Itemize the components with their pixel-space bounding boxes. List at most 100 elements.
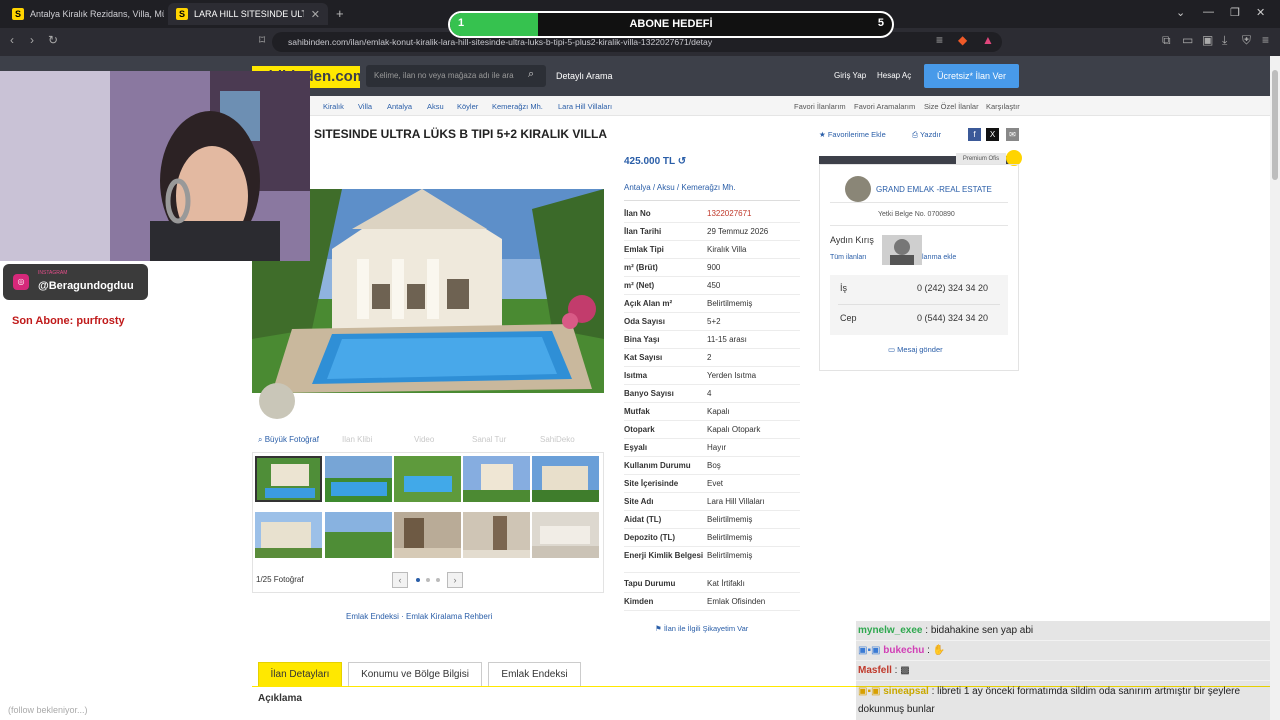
all-ads-link[interactable]: Tüm ilanları [830, 254, 867, 261]
thumbnail[interactable] [255, 456, 322, 502]
favorite-listings-link[interactable]: Favori İlanlarım [794, 102, 846, 111]
scrollbar-thumb[interactable] [1272, 70, 1278, 180]
thumbnail[interactable] [394, 512, 461, 558]
detail-value: Boş [707, 461, 721, 470]
thumbnail[interactable] [532, 512, 599, 558]
chevron-right-icon[interactable]: › [447, 572, 463, 588]
compare-link[interactable]: Karşılaştır [986, 102, 1020, 111]
wallet-icon[interactable]: ▣ [1202, 33, 1213, 47]
pager-dot[interactable] [436, 578, 440, 582]
thumbnail[interactable] [463, 512, 530, 558]
detail-row: Bina Yaşı 11-15 arası [624, 331, 800, 349]
chevron-down-icon[interactable]: ⌄ [1176, 6, 1185, 19]
detail-key: Banyo Sayısı [624, 389, 674, 398]
video-clip-button[interactable]: Ilan Klibi [342, 435, 372, 444]
report-link[interactable]: ⚑ İlan ile İlgili Şikayetim Var [655, 624, 748, 633]
detail-value: Kat İrtifaklı [707, 579, 745, 588]
pager-dot[interactable] [426, 578, 430, 582]
maximize-icon[interactable]: ❐ [1230, 6, 1240, 19]
email-icon[interactable]: ✉ [1006, 128, 1019, 141]
breadcrumb-item[interactable]: Antalya [387, 102, 412, 111]
print-label: Yazdır [919, 130, 942, 139]
seller-name[interactable]: GRAND EMLAK -REAL ESTATE [876, 185, 992, 194]
thumbnail[interactable] [394, 456, 461, 502]
detail-key: Kimden [624, 597, 654, 606]
thumbnail[interactable] [255, 512, 322, 558]
chevron-left-icon[interactable]: ‹ [392, 572, 408, 588]
forward-icon[interactable]: › [30, 33, 34, 47]
video-button[interactable]: Video [414, 435, 434, 444]
detail-key: Depozito (TL) [624, 533, 676, 542]
breadcrumb-item[interactable]: Kiralık [323, 102, 344, 111]
virtual-tour-button[interactable]: Sanal Tur [472, 435, 506, 444]
detail-value: Yerden Isıtma [707, 371, 757, 380]
close-tab-icon[interactable]: ✕ [311, 8, 320, 21]
send-message-link[interactable]: ▭ Mesaj gönder [888, 345, 943, 354]
x-twitter-icon[interactable]: X [986, 128, 999, 141]
bottom-links[interactable]: Emlak Endeksi · Emlak Kiralama Rehberi [346, 612, 492, 621]
divider [830, 202, 1008, 203]
reload-icon[interactable]: ↻ [48, 33, 58, 47]
search-icon[interactable]: ⌕ [528, 68, 534, 81]
sidebar-icon[interactable]: ▭ [1182, 33, 1193, 47]
close-window-icon[interactable]: ✕ [1256, 6, 1265, 19]
back-icon[interactable]: ‹ [10, 33, 14, 47]
favorite-searches-link[interactable]: Favori Aramalarım [854, 102, 915, 111]
search-input[interactable]: Kelime, ilan no veya mağaza adı ile ara [366, 65, 546, 87]
vpn-icon[interactable]: ⛨ [1242, 33, 1251, 48]
minimize-icon[interactable]: — [1203, 6, 1214, 18]
rewards-icon[interactable]: ▲ [982, 33, 994, 47]
brave-shield-icon[interactable]: ◆ [958, 33, 967, 47]
detailed-search-link[interactable]: Detaylı Arama [556, 71, 613, 81]
tab-antalya-kiralik[interactable]: S Antalya Kiralık Rezidans, Villa, Müsta [4, 3, 164, 25]
chat-username: Masfell [858, 665, 892, 676]
tab-listing-details[interactable]: İlan Detayları [258, 662, 342, 687]
favorite-seller-link[interactable]: larıma ekle [922, 254, 956, 261]
thumbnail[interactable] [532, 456, 599, 502]
tab-lara-hill[interactable]: S LARA HILL SITESINDE ULTRA LÜ ✕ [168, 3, 328, 25]
pager-dot[interactable] [416, 578, 420, 582]
breadcrumb-item[interactable]: Lara Hill Villaları [558, 102, 612, 111]
thumbnail[interactable] [325, 456, 392, 502]
special-listings-link[interactable]: Size Özel İlanlar [924, 102, 979, 111]
detail-row: Otopark Kapalı Otopark [624, 421, 800, 439]
detail-value: Kiralık Villa [707, 245, 747, 254]
detail-row: Emlak Tipi Kiralık Villa [624, 241, 800, 259]
register-link[interactable]: Hesap Aç [877, 71, 911, 80]
breadcrumb-item[interactable]: Kemerağzı Mh. [492, 102, 543, 111]
seller-logo[interactable] [845, 176, 871, 202]
location-link[interactable]: Antalya / Aksu / Kemerağzı Mh. [624, 183, 736, 192]
phone-number[interactable]: 0 (544) 324 34 20 [917, 313, 988, 323]
chat-message: Masfell : ▩ [856, 661, 1270, 680]
detail-row: Kat Sayısı 2 [624, 349, 800, 367]
tab-real-estate-index[interactable]: Emlak Endeksi [488, 662, 581, 687]
instagram-label: INSTAGRAM [38, 270, 68, 276]
login-link[interactable]: Giriş Yap [834, 71, 866, 80]
detail-value: Belirtilmemiş [707, 533, 753, 542]
print-link[interactable]: ⎙ Yazdır [912, 130, 941, 140]
tab-label: Antalya Kiralık Rezidans, Villa, Müsta [30, 9, 164, 19]
download-icon[interactable]: ⤓ [1222, 33, 1227, 48]
detail-row: İlan No 1322027671 [624, 205, 800, 223]
reader-icon[interactable]: ≡ [936, 33, 943, 47]
large-photo-button[interactable]: ⌕ Büyük Fotoğraf [258, 435, 319, 445]
post-ad-button[interactable]: Ücretsiz* İlan Ver [924, 64, 1019, 88]
webcam-overlay [0, 71, 310, 261]
detail-key: Isıtma [624, 371, 648, 380]
extensions-icon[interactable]: ⧉ [1162, 33, 1171, 48]
menu-icon[interactable]: ≡ [1262, 33, 1269, 47]
facebook-icon[interactable]: f [968, 128, 981, 141]
thumbnail[interactable] [325, 512, 392, 558]
add-favorite-link[interactable]: ★ Favorilerime Ekle [819, 130, 886, 139]
phone-number[interactable]: 0 (242) 324 34 20 [917, 283, 988, 293]
breadcrumb-item[interactable]: Köyler [457, 102, 478, 111]
bookmark-icon[interactable]: ⌑ [259, 33, 265, 47]
tab-location-info[interactable]: Konumu ve Bölge Bilgisi [348, 662, 482, 687]
price-history-icon[interactable]: ↺ [678, 156, 686, 167]
thumbnail[interactable] [463, 456, 530, 502]
breadcrumb-item[interactable]: Aksu [427, 102, 444, 111]
sahideko-button[interactable]: SahiDeko [540, 435, 575, 444]
breadcrumb-item[interactable]: Villa [358, 102, 372, 111]
phone-label: İş [840, 283, 848, 293]
new-tab-icon[interactable]: + [336, 6, 344, 21]
